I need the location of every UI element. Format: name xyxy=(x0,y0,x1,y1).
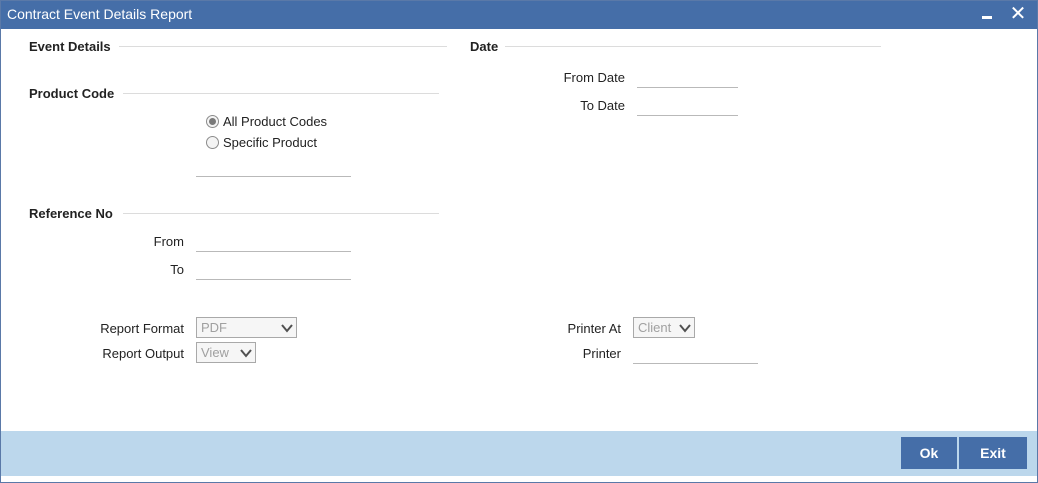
radio-specific-product[interactable]: Specific Product xyxy=(206,135,317,150)
to-date-field[interactable] xyxy=(637,94,738,116)
exit-button[interactable]: Exit xyxy=(959,437,1027,469)
reference-no-heading: Reference No xyxy=(29,206,113,221)
radio-button[interactable] xyxy=(206,115,219,128)
reference-no-divider xyxy=(123,213,439,214)
date-divider xyxy=(505,46,881,47)
radio-all-product-codes[interactable]: All Product Codes xyxy=(206,114,327,129)
chevron-down-icon xyxy=(679,324,691,333)
date-heading: Date xyxy=(470,39,499,54)
printer-field[interactable] xyxy=(633,342,758,364)
radio-label: All Product Codes xyxy=(223,114,328,129)
footer-bar: Ok Exit xyxy=(1,431,1037,476)
event-details-divider xyxy=(119,46,447,47)
to-date-label: To Date xyxy=(580,98,625,113)
chevron-down-icon xyxy=(240,349,252,358)
report-output-select[interactable]: View xyxy=(196,342,256,363)
product-code-divider xyxy=(123,93,439,94)
radio-label: Specific Product xyxy=(223,135,317,150)
specific-product-field[interactable] xyxy=(196,155,351,177)
report-format-select[interactable]: PDF xyxy=(196,317,297,338)
report-format-label: Report Format xyxy=(100,321,184,336)
radio-button[interactable] xyxy=(206,136,219,149)
printer-at-label: Printer At xyxy=(567,321,621,336)
title-bar: Contract Event Details Report ✕ xyxy=(1,1,1037,29)
product-code-heading: Product Code xyxy=(29,86,115,101)
printer-at-select[interactable]: Client xyxy=(633,317,695,338)
reference-to-field[interactable] xyxy=(196,258,351,280)
from-date-field[interactable] xyxy=(637,66,738,88)
close-icon[interactable]: ✕ xyxy=(1007,3,1029,25)
reference-from-field[interactable] xyxy=(196,230,351,252)
window-title: Contract Event Details Report xyxy=(7,6,193,22)
minimize-icon[interactable] xyxy=(977,3,999,25)
printer-label: Printer xyxy=(582,346,621,361)
event-details-heading: Event Details xyxy=(29,39,111,54)
chevron-down-icon xyxy=(281,324,293,333)
ok-button[interactable]: Ok xyxy=(901,437,957,469)
report-window: Contract Event Details Report ✕ Event De… xyxy=(0,0,1038,483)
report-format-value: PDF xyxy=(201,320,227,335)
reference-to-label: To xyxy=(170,262,184,277)
from-date-label: From Date xyxy=(563,70,625,85)
report-output-value: View xyxy=(201,345,229,360)
report-output-label: Report Output xyxy=(102,346,184,361)
printer-at-value: Client xyxy=(638,320,672,335)
reference-from-label: From xyxy=(153,234,184,249)
